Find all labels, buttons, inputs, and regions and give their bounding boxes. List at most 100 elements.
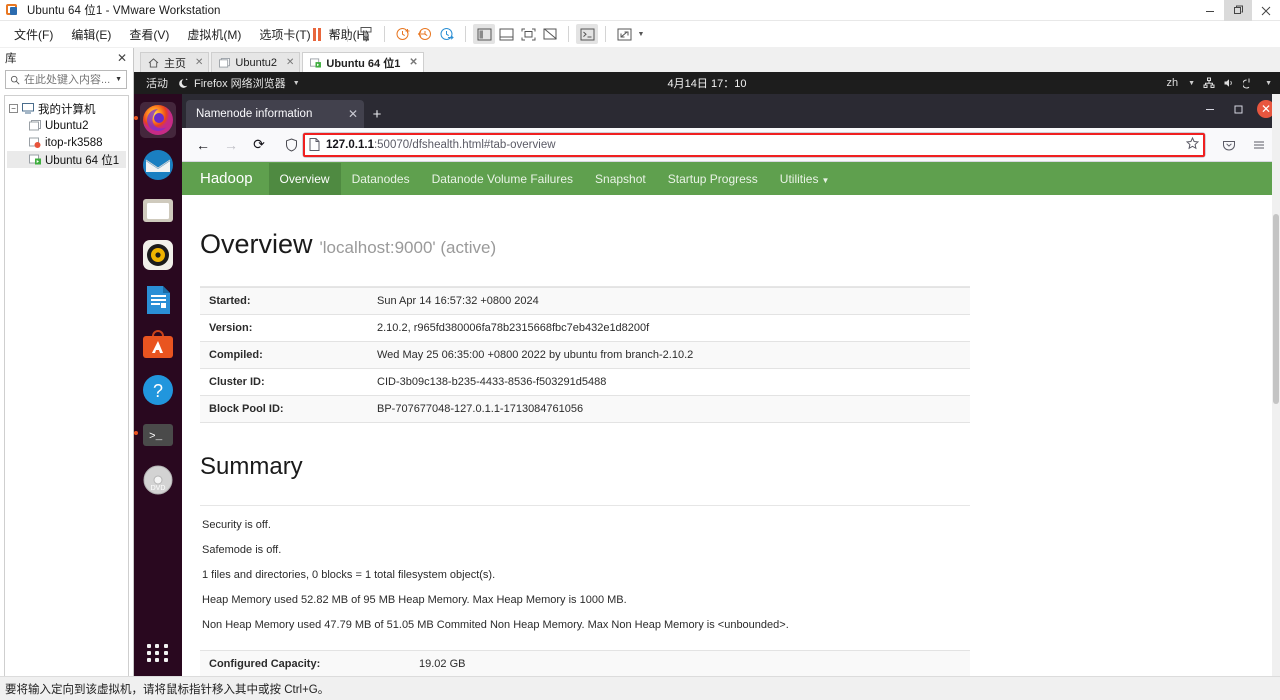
vm-running-icon <box>310 57 322 68</box>
menu-view[interactable]: 查看(V) <box>121 24 177 45</box>
library-close-icon[interactable]: ✕ <box>117 51 127 65</box>
row-key: Block Pool ID: <box>200 395 368 423</box>
url-path: :50070/dfshealth.html#tab-overview <box>373 138 556 151</box>
chevron-down-icon[interactable]: ▼ <box>1265 80 1272 87</box>
table-row: Version: 2.10.2, r965fd380006fa78b231566… <box>200 314 970 342</box>
chevron-down-icon[interactable]: ▼ <box>1188 80 1195 87</box>
guest-os-screen[interactable]: 活动 Firefox 网络浏览器 ▼ 4月14日 17：10 zh ▼ ▼ ? … <box>134 72 1280 676</box>
nav-link-snapshot[interactable]: Snapshot <box>584 163 657 195</box>
library-search[interactable]: ▼ <box>5 70 127 89</box>
show-thumbnail-bar-icon[interactable] <box>495 24 517 44</box>
bookmark-star-icon[interactable] <box>1185 136 1200 153</box>
row-key: Version: <box>200 314 368 342</box>
system-status-area[interactable]: zh ▼ ▼ <box>1167 77 1273 89</box>
search-icon <box>10 75 20 84</box>
reload-button[interactable]: ⟳ <box>246 132 272 158</box>
dock-item-help[interactable]: ? <box>140 372 176 408</box>
vm-tab-close-icon[interactable]: ✕ <box>409 57 417 68</box>
dock-item-ubuntu-software[interactable] <box>140 327 176 363</box>
firefox-maximize-button[interactable] <box>1224 94 1252 124</box>
network-icon <box>1203 77 1215 88</box>
summary-table: Configured Capacity: 19.02 GB DFS Used: … <box>200 650 970 676</box>
dock-item-firefox[interactable] <box>134 102 176 138</box>
svg-text:>_: >_ <box>149 431 163 443</box>
stretch-guest-icon[interactable] <box>613 24 635 44</box>
nav-link-utilities[interactable]: Utilities ▼ <box>769 163 841 195</box>
tree-item-ubuntu-64-1[interactable]: Ubuntu 64 位1 <box>7 151 126 168</box>
tree-root-label: 我的计算机 <box>38 103 96 116</box>
dock-item-thunderbird[interactable] <box>140 147 176 183</box>
new-tab-button[interactable]: + <box>364 100 390 128</box>
collapse-icon[interactable]: − <box>9 104 18 113</box>
vm-tab-close-icon[interactable]: ✕ <box>286 57 294 68</box>
stretch-dropdown-caret-icon[interactable]: ▼ <box>635 24 647 44</box>
revert-snapshot-icon[interactable] <box>414 24 436 44</box>
keyboard-language-indicator[interactable]: zh <box>1167 77 1179 89</box>
menu-file[interactable]: 文件(F) <box>6 24 61 45</box>
nav-link-overview[interactable]: Overview <box>268 162 341 195</box>
firefox-minimize-button[interactable] <box>1196 94 1224 124</box>
menu-vm[interactable]: 虚拟机(M) <box>179 24 249 45</box>
restore-button[interactable] <box>1224 0 1252 21</box>
nav-link-datanodes[interactable]: Datanodes <box>341 163 421 195</box>
summary-line: Heap Memory used 52.82 MB of 95 MB Heap … <box>202 594 627 606</box>
dock-item-libreoffice-writer[interactable] <box>140 282 176 318</box>
page-icon <box>309 138 320 151</box>
browser-tab-close-icon[interactable]: ✕ <box>348 107 358 121</box>
tree-item-itop-rk3588[interactable]: itop-rk3588 <box>7 134 126 151</box>
page-title-text: Overview <box>200 229 313 259</box>
vm-tab-close-icon[interactable]: ✕ <box>195 57 203 68</box>
vm-tab-ubuntu2[interactable]: Ubuntu2 ✕ <box>211 52 301 72</box>
show-library-icon[interactable] <box>473 24 495 44</box>
pocket-icon[interactable] <box>1216 132 1242 158</box>
pause-dropdown-caret-icon[interactable]: ▼ <box>328 24 340 44</box>
table-row: Cluster ID: CID-3b09c138-b235-4433-8536-… <box>200 368 970 396</box>
console-view-icon[interactable] <box>576 24 598 44</box>
show-applications-button[interactable] <box>147 644 169 662</box>
minimize-button[interactable] <box>1196 0 1224 21</box>
vm-tab-ubuntu-64-1[interactable]: Ubuntu 64 位1 ✕ <box>302 52 424 72</box>
tree-item-ubuntu2[interactable]: Ubuntu2 <box>7 117 126 134</box>
hadoop-page: Hadoop Overview Datanodes Datanode Volum… <box>182 162 1280 676</box>
page-title: Overview 'localhost:9000' (active) <box>200 229 970 260</box>
nav-link-startup-progress[interactable]: Startup Progress <box>657 163 769 195</box>
home-icon <box>148 57 159 68</box>
volume-icon <box>1224 79 1232 87</box>
dock-item-dvd-drive[interactable]: DVD <box>140 462 176 498</box>
take-snapshot-icon[interactable] <box>392 24 414 44</box>
dock-item-terminal[interactable]: >_ <box>134 417 176 453</box>
library-search-input[interactable] <box>24 73 110 86</box>
tree-root-my-computer[interactable]: − 我的计算机 <box>7 100 126 117</box>
forward-button[interactable]: → <box>218 132 244 158</box>
activities-button[interactable]: 活动 <box>134 75 178 91</box>
scrollbar-thumb[interactable] <box>1273 214 1279 404</box>
summary-line: Security is off. <box>202 519 271 531</box>
dock-item-rhythmbox[interactable] <box>140 237 176 273</box>
vm-tab-home[interactable]: 主页 ✕ <box>140 52 210 72</box>
page-scrollbar[interactable] <box>1272 94 1280 676</box>
unity-mode-icon[interactable] <box>539 24 561 44</box>
clock[interactable]: 4月14日 17：10 <box>668 75 747 91</box>
chevron-down-icon[interactable]: ▼ <box>293 80 300 87</box>
vmware-status-bar: 要将输入定向到该虚拟机，请将鼠标指针移入其中或按 Ctrl+G。 <box>0 676 1280 700</box>
hamburger-menu-icon[interactable] <box>1246 132 1272 158</box>
library-tree: − 我的计算机 Ubuntu2 itop-rk3588 Ubuntu 64 位1 <box>4 95 129 685</box>
nav-link-datanode-volume-failures[interactable]: Datanode Volume Failures <box>421 163 584 195</box>
library-search-dropdown-icon[interactable]: ▼ <box>115 76 122 83</box>
menu-edit[interactable]: 编辑(E) <box>63 24 119 45</box>
ubuntu-dock: ? >_ DVD <box>134 94 182 676</box>
url-input[interactable]: 127.0.1.1:50070/dfshealth.html#tab-overv… <box>302 131 1206 158</box>
dock-item-files[interactable] <box>140 192 176 228</box>
back-button[interactable]: ← <box>190 132 216 158</box>
close-button[interactable] <box>1252 0 1280 21</box>
gnome-top-bar: 活动 Firefox 网络浏览器 ▼ 4月14日 17：10 zh ▼ ▼ <box>134 72 1280 94</box>
manage-snapshots-icon[interactable] <box>436 24 458 44</box>
shield-icon[interactable] <box>280 132 302 158</box>
full-screen-icon[interactable] <box>517 24 539 44</box>
snapshot-manager-icon[interactable] <box>355 24 377 44</box>
library-header: 库 ✕ <box>0 48 133 68</box>
app-menu[interactable]: Firefox 网络浏览器 ▼ <box>178 75 300 91</box>
pause-icon[interactable] <box>306 24 328 44</box>
browser-tab-namenode-information[interactable]: Namenode information ✕ <box>186 100 364 128</box>
hadoop-brand[interactable]: Hadoop <box>182 170 269 187</box>
